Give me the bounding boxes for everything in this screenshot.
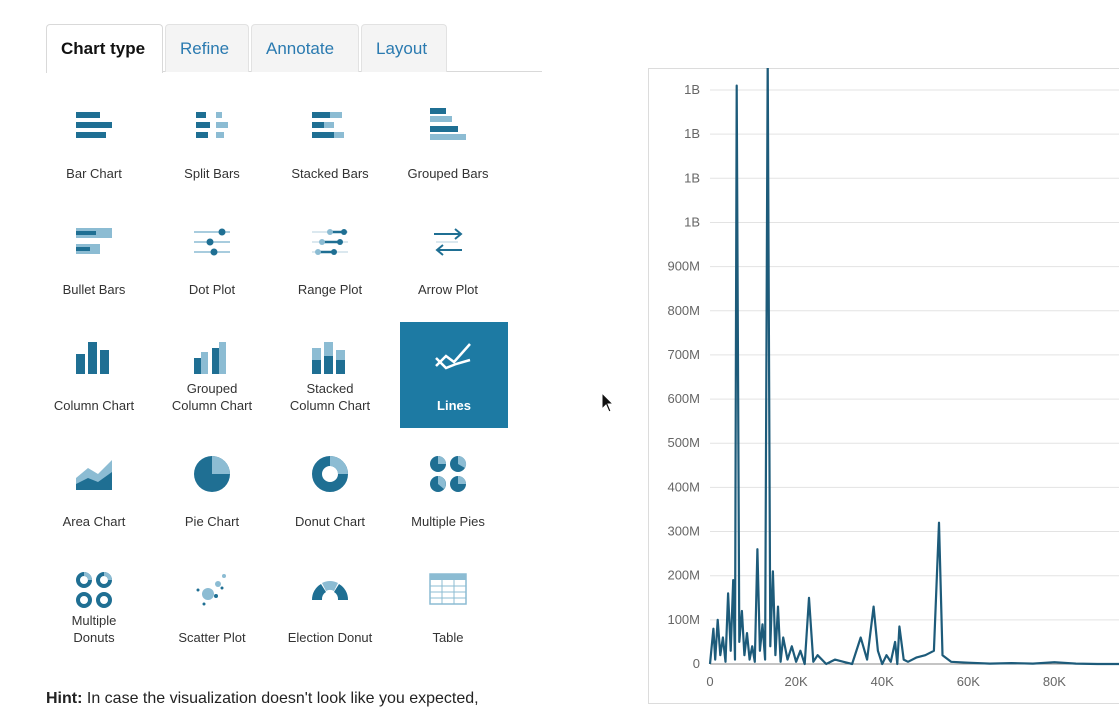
y-tick-label: 1B — [684, 82, 700, 97]
y-tick-label: 100M — [667, 612, 700, 627]
arrow-plot-icon — [434, 228, 463, 256]
tab-layout[interactable]: Layout — [361, 24, 447, 72]
chart-type-label: Grouped Bars — [407, 166, 489, 181]
chart-type-label: Bullet Bars — [62, 282, 126, 297]
x-tick-label: 80K — [1043, 674, 1066, 689]
chart-type-grouped-column-chart[interactable]: Grouped Column Chart — [158, 322, 266, 428]
chart-type-election-donut[interactable]: Election Donut — [276, 554, 384, 660]
chart-type-label: Grouped Column Chart — [171, 381, 253, 413]
tab-annotate[interactable]: Annotate — [251, 24, 359, 72]
hint-body: In case the visualization doesn't look l… — [82, 690, 479, 707]
chart-type-donut-chart[interactable]: Donut Chart — [276, 438, 384, 544]
chart-type-label: Bar Chart — [66, 166, 122, 181]
series-line — [708, 68, 1119, 666]
chart-type-table[interactable]: Table — [394, 554, 502, 660]
chart-type-label: Scatter Plot — [178, 630, 246, 645]
bar-chart-icon — [76, 112, 112, 138]
lines-icon — [435, 343, 471, 370]
column-chart-icon — [76, 342, 109, 374]
y-tick-label: 900M — [667, 259, 700, 274]
tab-chart-type[interactable]: Chart type — [46, 24, 163, 73]
chart-type-label: Range Plot — [297, 282, 363, 297]
chart-editor-panel: Chart type Refine Annotate Layout Bar Ch… — [0, 0, 560, 710]
chart-type-label: Election Donut — [287, 630, 373, 645]
tab-refine[interactable]: Refine — [165, 24, 249, 72]
chart-type-bullet-bars[interactable]: Bullet Bars — [40, 206, 148, 312]
chart-type-label: Dot Plot — [188, 282, 236, 297]
chart-type-label: Split Bars — [184, 166, 240, 181]
stacked-bars-icon — [312, 112, 344, 138]
chart-type-label: Table — [432, 630, 464, 645]
grouped-bars-icon — [430, 108, 466, 140]
chart-type-multiple-donuts[interactable]: Multiple Donuts — [40, 554, 148, 660]
y-tick-label: 1B — [684, 170, 700, 185]
x-tick-label: 60K — [957, 674, 980, 689]
y-tick-label: 300M — [667, 524, 700, 539]
mouse-cursor-icon — [601, 392, 615, 413]
chart-type-grouped-bars[interactable]: Grouped Bars — [394, 90, 502, 196]
table-icon — [429, 573, 467, 605]
chart-type-label: Arrow Plot — [418, 282, 478, 297]
y-tick-label: 1B — [684, 126, 700, 141]
x-tick-label: 40K — [871, 674, 894, 689]
chart-type-split-bars[interactable]: Split Bars — [158, 90, 266, 196]
x-tick-label: 0 — [706, 674, 713, 689]
line-chart: 0 100M 200M 300M 400M 500M 600M 700M 800M 900M 1B 1… — [667, 68, 1119, 689]
y-tick-label: 400M — [667, 479, 700, 494]
chart-type-column-chart[interactable]: Column Chart — [40, 322, 148, 428]
y-tick-label: 1B — [684, 214, 700, 229]
pie-chart-icon — [194, 456, 230, 492]
multiple-pies-icon — [430, 455, 467, 492]
range-plot-icon — [312, 229, 348, 255]
y-tick-label: 500M — [667, 435, 700, 450]
chart-type-label: Donut Chart — [294, 514, 366, 529]
chart-type-label: Stacked Column Chart — [289, 381, 371, 413]
grouped-column-chart-icon — [194, 342, 226, 374]
x-tick-label: 20K — [785, 674, 808, 689]
y-tick-label: 800M — [667, 303, 700, 318]
chart-type-lines[interactable]: Lines — [400, 322, 508, 428]
hint-label: Hint: — [46, 690, 83, 707]
y-tick-label: 700M — [667, 347, 700, 362]
election-donut-icon — [311, 581, 349, 600]
hint-text: Hint: In case the visualization doesn't … — [46, 690, 479, 708]
y-tick-label: 200M — [667, 568, 700, 583]
tab-bar: Chart type Refine Annotate Layout — [46, 24, 542, 73]
chart-type-scatter-plot[interactable]: Scatter Plot — [158, 554, 266, 660]
chart-type-label: Multiple Donuts — [71, 613, 117, 645]
y-tick-label: 600M — [667, 391, 700, 406]
split-bars-icon — [196, 112, 228, 138]
chart-type-stacked-column-chart[interactable]: Stacked Column Chart — [276, 322, 384, 428]
multiple-donuts-icon — [76, 572, 112, 608]
chart-type-label: Lines — [437, 398, 471, 413]
chart-type-bar-chart[interactable]: Bar Chart — [40, 90, 148, 196]
chart-type-arrow-plot[interactable]: Arrow Plot — [394, 206, 502, 312]
dot-plot-icon — [194, 228, 230, 256]
chart-type-pie-chart[interactable]: Pie Chart — [158, 438, 266, 544]
chart-type-label: Stacked Bars — [291, 166, 369, 181]
chart-type-area-chart[interactable]: Area Chart — [40, 438, 148, 544]
area-chart-icon — [76, 460, 112, 490]
chart-type-dot-plot[interactable]: Dot Plot — [158, 206, 266, 312]
scatter-plot-icon — [196, 574, 226, 606]
bullet-bars-icon — [76, 228, 112, 254]
chart-type-label: Pie Chart — [184, 514, 240, 529]
chart-type-label: Area Chart — [62, 514, 126, 529]
donut-chart-icon — [312, 456, 348, 492]
chart-type-stacked-bars[interactable]: Stacked Bars — [276, 90, 384, 196]
chart-type-range-plot[interactable]: Range Plot — [276, 206, 384, 312]
chart-type-label: Column Chart — [53, 398, 135, 413]
chart-type-label: Multiple Pies — [411, 514, 485, 529]
stacked-column-chart-icon — [312, 342, 345, 374]
y-tick-label: 0 — [693, 656, 700, 671]
chart-type-multiple-pies[interactable]: Multiple Pies — [394, 438, 502, 544]
